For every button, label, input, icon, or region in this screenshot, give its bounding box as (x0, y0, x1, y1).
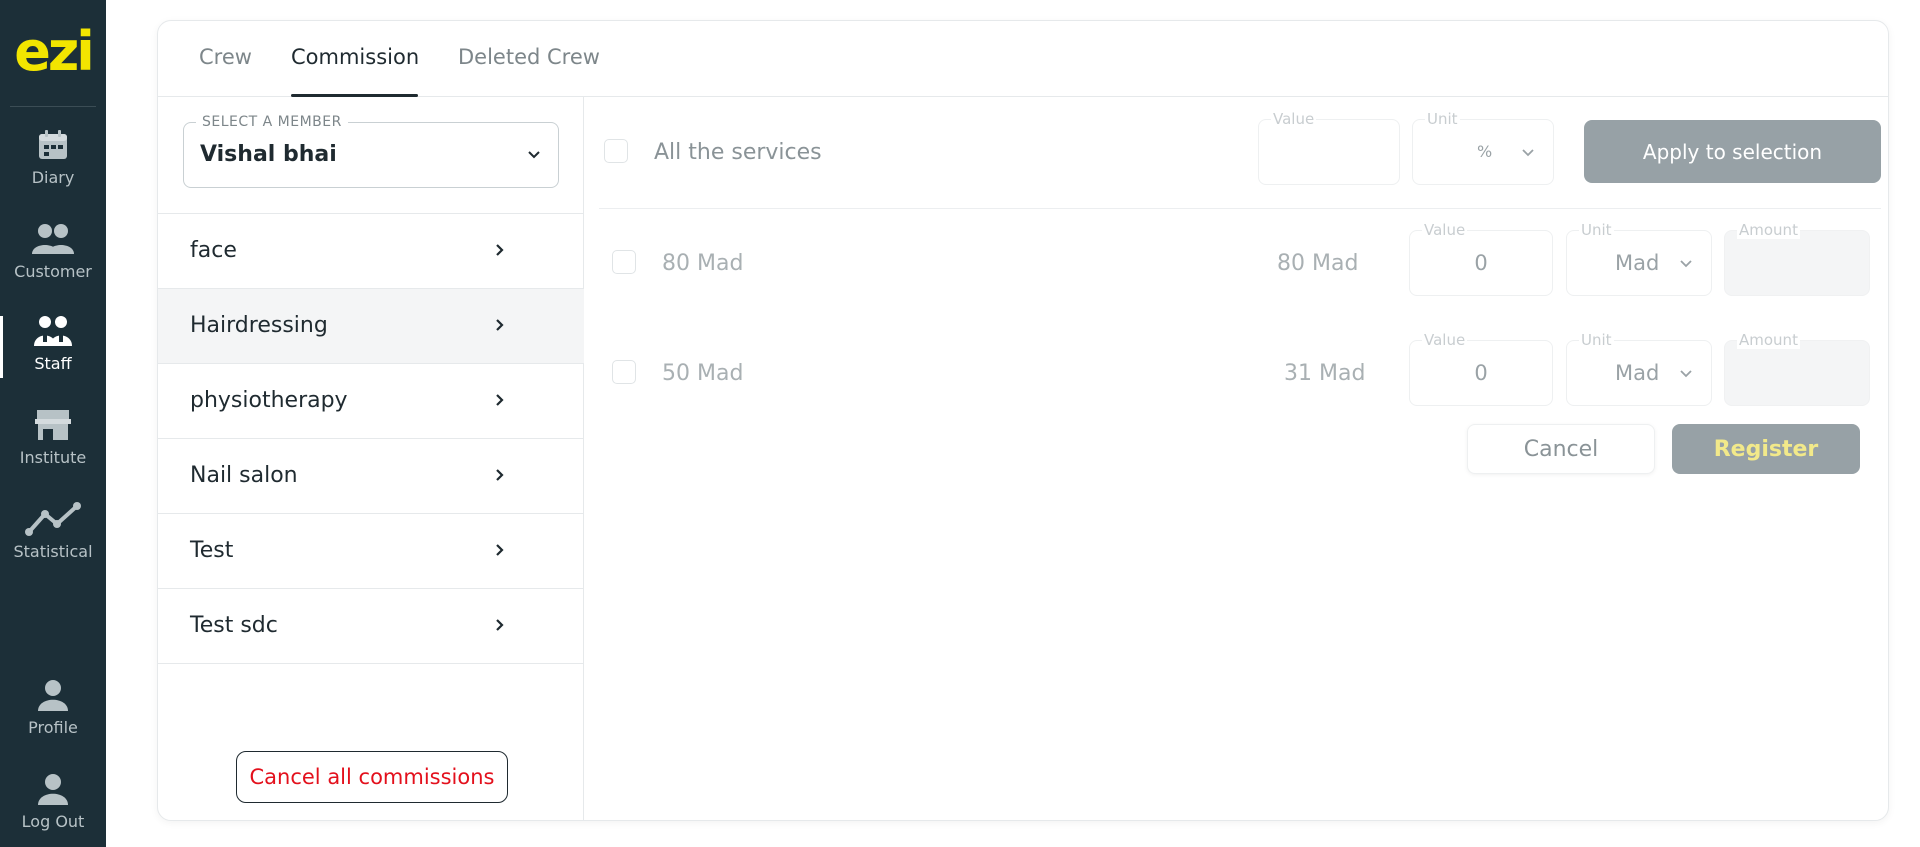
active-indicator (0, 316, 3, 378)
sidebar-item-label: Institute (19, 448, 87, 467)
member-select-value: Vishal bhai (200, 142, 337, 167)
value-legend: Value (1422, 331, 1468, 349)
sidebar-item-label: Statistical (13, 542, 93, 561)
unit-legend: Unit (1579, 331, 1614, 349)
service-value-input[interactable]: Value 0 (1409, 221, 1553, 296)
cancel-all-commissions-button[interactable]: Cancel all commissions (236, 751, 508, 803)
category-list: face Hairdressing physiotherapy Nail sal… (158, 213, 584, 664)
users-icon (32, 224, 74, 254)
member-select-legend: SELECT A MEMBER (196, 114, 348, 130)
category-item-test-sdc[interactable]: Test sdc (158, 589, 584, 664)
sidebar-item-statistical[interactable]: Statistical (0, 502, 106, 582)
chevron-right-icon (496, 619, 504, 631)
chevron-down-icon (1522, 149, 1534, 157)
sidebar-item-label: Staff (34, 354, 72, 373)
value-legend: Value (1422, 221, 1468, 239)
member-select[interactable]: SELECT A MEMBER Vishal bhai (183, 114, 559, 188)
divider (599, 208, 1881, 209)
service-price: 80 Mad (1277, 251, 1359, 276)
staff-icon (34, 316, 72, 346)
percent-icon: % (1477, 142, 1493, 161)
chevron-down-icon (1680, 370, 1692, 378)
service-amount-field: Amount (1724, 331, 1870, 406)
app-logo[interactable]: ezi (0, 22, 106, 82)
category-label: physiotherapy (190, 388, 348, 413)
tab-crew[interactable]: Crew (199, 45, 252, 69)
service-price: 31 Mad (1284, 361, 1366, 386)
select-all-checkbox[interactable] (604, 139, 628, 163)
chevron-right-icon (496, 469, 504, 481)
sidebar: ezi Diary Customer Staff Institute Stati… (0, 0, 106, 847)
sidebar-item-profile[interactable]: Profile (0, 678, 106, 758)
logo-divider (10, 106, 96, 107)
category-item-physiotherapy[interactable]: physiotherapy (158, 364, 584, 439)
service-name: 50 Mad (662, 361, 744, 386)
chevron-right-icon (496, 319, 504, 331)
amount-legend: Amount (1737, 221, 1800, 239)
chevron-right-icon (496, 544, 504, 556)
cancel-button[interactable]: Cancel (1467, 424, 1655, 474)
sidebar-item-logout[interactable]: Log Out (0, 772, 106, 847)
sidebar-item-institute[interactable]: Institute (0, 408, 106, 488)
service-name: 80 Mad (662, 251, 744, 276)
all-value-input[interactable]: Value (1258, 110, 1400, 185)
service-unit-text: Mad (1615, 361, 1660, 385)
all-services-label: All the services (654, 140, 822, 165)
service-unit-select[interactable]: Unit Mad (1566, 331, 1712, 406)
tab-deleted-crew[interactable]: Deleted Crew (458, 45, 600, 69)
service-unit-select[interactable]: Unit Mad (1566, 221, 1712, 296)
category-item-hairdressing[interactable]: Hairdressing (158, 289, 584, 364)
sidebar-item-label: Log Out (21, 812, 85, 831)
category-label: Nail salon (190, 463, 298, 488)
logout-icon (38, 774, 68, 805)
register-button[interactable]: Register (1672, 424, 1860, 474)
store-icon (35, 410, 71, 440)
service-value-input[interactable]: Value 0 (1409, 331, 1553, 406)
unit-legend: Unit (1425, 110, 1460, 128)
sidebar-item-label: Profile (28, 718, 78, 737)
service-value-text: 0 (1474, 251, 1488, 275)
sidebar-item-staff[interactable]: Staff (0, 314, 106, 394)
services-panel: All the services Value Unit % Apply to s… (584, 97, 1888, 820)
apply-to-selection-button[interactable]: Apply to selection (1584, 120, 1881, 183)
tab-bar: Crew Commission Deleted Crew (158, 21, 1888, 97)
calendar-icon (39, 130, 67, 159)
category-panel: SELECT A MEMBER Vishal bhai face Hairdre… (158, 97, 584, 820)
chevron-right-icon (496, 394, 504, 406)
category-item-face[interactable]: face (158, 214, 584, 289)
category-item-nail-salon[interactable]: Nail salon (158, 439, 584, 514)
amount-legend: Amount (1737, 331, 1800, 349)
tab-commission[interactable]: Commission (291, 45, 419, 69)
commission-card: Crew Commission Deleted Crew SELECT A ME… (157, 20, 1889, 821)
sidebar-item-label: Diary (31, 168, 75, 187)
all-unit-select[interactable]: Unit % (1412, 110, 1554, 185)
chevron-right-icon (496, 244, 504, 256)
category-label: Hairdressing (190, 313, 328, 338)
sidebar-item-diary[interactable]: Diary (0, 128, 106, 208)
category-label: Test (190, 538, 234, 563)
service-unit-text: Mad (1615, 251, 1660, 275)
service-checkbox[interactable] (612, 360, 636, 384)
unit-legend: Unit (1579, 221, 1614, 239)
service-checkbox[interactable] (612, 250, 636, 274)
chart-line-icon (25, 502, 81, 536)
category-label: Test sdc (190, 613, 278, 638)
value-legend: Value (1271, 110, 1317, 128)
service-amount-field: Amount (1724, 221, 1870, 296)
user-icon (38, 680, 68, 711)
sidebar-item-label: Customer (14, 262, 92, 281)
category-label: face (190, 238, 237, 263)
chevron-down-icon (528, 151, 540, 159)
chevron-down-icon (1680, 260, 1692, 268)
sidebar-item-customer[interactable]: Customer (0, 222, 106, 302)
category-item-test[interactable]: Test (158, 514, 584, 589)
service-value-text: 0 (1474, 361, 1488, 385)
